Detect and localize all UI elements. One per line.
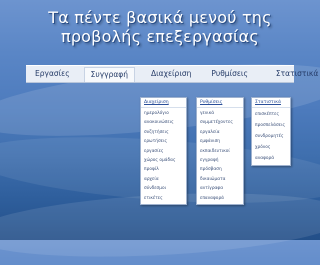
dropdown-item[interactable]: συνδρομητές xyxy=(252,131,290,142)
dropdown-item[interactable]: συζητήσεις xyxy=(141,128,186,137)
menu-statistics[interactable]: Στατιστικά xyxy=(270,66,320,82)
dropdown-item[interactable]: χρόνος xyxy=(252,142,290,153)
main-menu-bar: Εργασίες Συγγραφή Διαχείριση Ρυθμίσεις Σ… xyxy=(26,65,318,83)
dropdown-header: Ρυθμίσεις xyxy=(197,99,243,108)
slide-title-line-1: Τα πέντε βασικά μενού της xyxy=(48,8,272,27)
dropdown-item[interactable]: εμφάνιση xyxy=(197,137,243,146)
dropdown-item[interactable]: ανακοινώσεις xyxy=(141,118,186,127)
dropdown-item[interactable]: πρόσβαση xyxy=(197,165,243,174)
menu-writing[interactable]: Συγγραφή xyxy=(83,67,136,82)
dropdown-item[interactable]: προσπελάσεις xyxy=(252,120,290,131)
dropdown-item[interactable]: εκπαιδευτικοί xyxy=(197,147,243,156)
statistics-dropdown: Στατιστικά επισκέπτες προσπελάσεις συνδρ… xyxy=(251,97,291,166)
menu-tasks[interactable]: Εργασίες xyxy=(29,66,76,82)
dropdown-item[interactable]: αρχεία xyxy=(141,175,186,184)
dropdown-item[interactable]: επαναφορά xyxy=(197,194,243,203)
dropdown-item[interactable]: γενικά xyxy=(197,109,243,118)
dropdown-item[interactable]: σύνδεσμοι xyxy=(141,184,186,193)
dropdown-item[interactable]: εγγραφή xyxy=(197,156,243,165)
settings-dropdown: Ρυθμίσεις γενικά συμμετέχοντες εργαλεία … xyxy=(196,97,244,205)
dropdown-item[interactable]: δικαιώματα xyxy=(197,175,243,184)
dropdown-item[interactable]: αναφορά xyxy=(252,153,290,164)
dropdown-item[interactable]: επισκέπτες xyxy=(252,109,290,120)
dropdown-item[interactable]: ημερολόγιο xyxy=(141,109,186,118)
dropdown-item[interactable]: εργασίες xyxy=(141,147,186,156)
dropdown-item[interactable]: ερωτήσεις xyxy=(141,137,186,146)
dropdown-header: Στατιστικά xyxy=(252,99,290,108)
dropdown-item[interactable]: συμμετέχοντες xyxy=(197,118,243,127)
dropdown-item[interactable]: προφίλ xyxy=(141,165,186,174)
dropdown-item[interactable]: αντίγραφα xyxy=(197,184,243,193)
management-dropdown: Διαχείριση ημερολόγιο ανακοινώσεις συζητ… xyxy=(140,97,187,205)
menu-management[interactable]: Διαχείριση xyxy=(145,66,197,82)
dropdown-item[interactable]: χώρος ομάδας xyxy=(141,156,186,165)
slide-title-line-2: προβολής επεξεργασίας xyxy=(60,27,260,46)
dropdown-item[interactable]: εργαλεία xyxy=(197,128,243,137)
dropdown-header: Διαχείριση xyxy=(141,99,186,108)
menu-settings[interactable]: Ρυθμίσεις xyxy=(205,66,254,82)
dropdown-item[interactable]: ετικέτες xyxy=(141,194,186,203)
slide-title: Τα πέντε βασικά μενού της προβολής επεξε… xyxy=(0,8,320,46)
